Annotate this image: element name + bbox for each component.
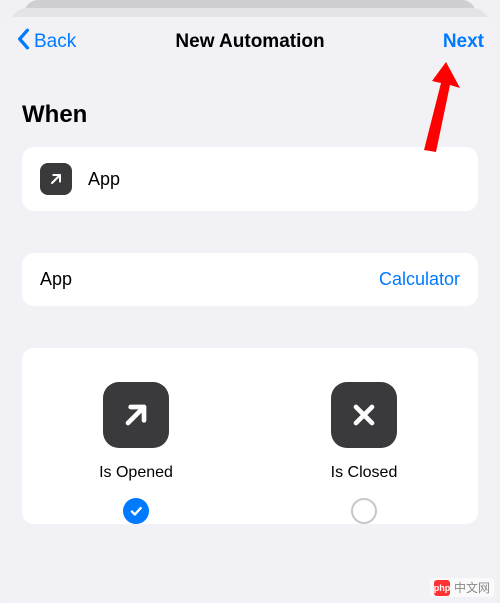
app-select-value: Calculator: [379, 269, 460, 290]
section-heading-when: When: [22, 101, 478, 129]
app-select-row[interactable]: App Calculator: [22, 253, 478, 306]
open-app-icon: [40, 163, 72, 195]
options-card: Is Opened Is Closed: [22, 348, 478, 524]
close-x-icon: [331, 382, 397, 448]
next-button[interactable]: Next: [443, 31, 484, 53]
trigger-label: App: [88, 169, 120, 190]
back-button[interactable]: Back: [16, 28, 76, 56]
watermark: php 中文网: [430, 578, 494, 597]
watermark-text: 中文网: [454, 579, 490, 596]
watermark-logo-icon: php: [434, 580, 450, 596]
app-select-label: App: [40, 269, 72, 290]
radio-is-opened[interactable]: [123, 498, 149, 524]
option-is-closed[interactable]: Is Closed: [250, 382, 478, 524]
radio-is-closed[interactable]: [351, 498, 377, 524]
modal-sheet: Back New Automation Next When App App Ca…: [2, 17, 498, 603]
option-opened-label: Is Opened: [99, 464, 173, 482]
open-arrow-icon: [103, 382, 169, 448]
back-label: Back: [34, 31, 76, 53]
page-title: New Automation: [2, 31, 498, 53]
option-is-opened[interactable]: Is Opened: [22, 382, 250, 524]
trigger-card: App: [22, 147, 478, 211]
navbar: Back New Automation Next: [2, 17, 498, 67]
chevron-left-icon: [16, 28, 30, 56]
option-closed-label: Is Closed: [331, 464, 398, 482]
